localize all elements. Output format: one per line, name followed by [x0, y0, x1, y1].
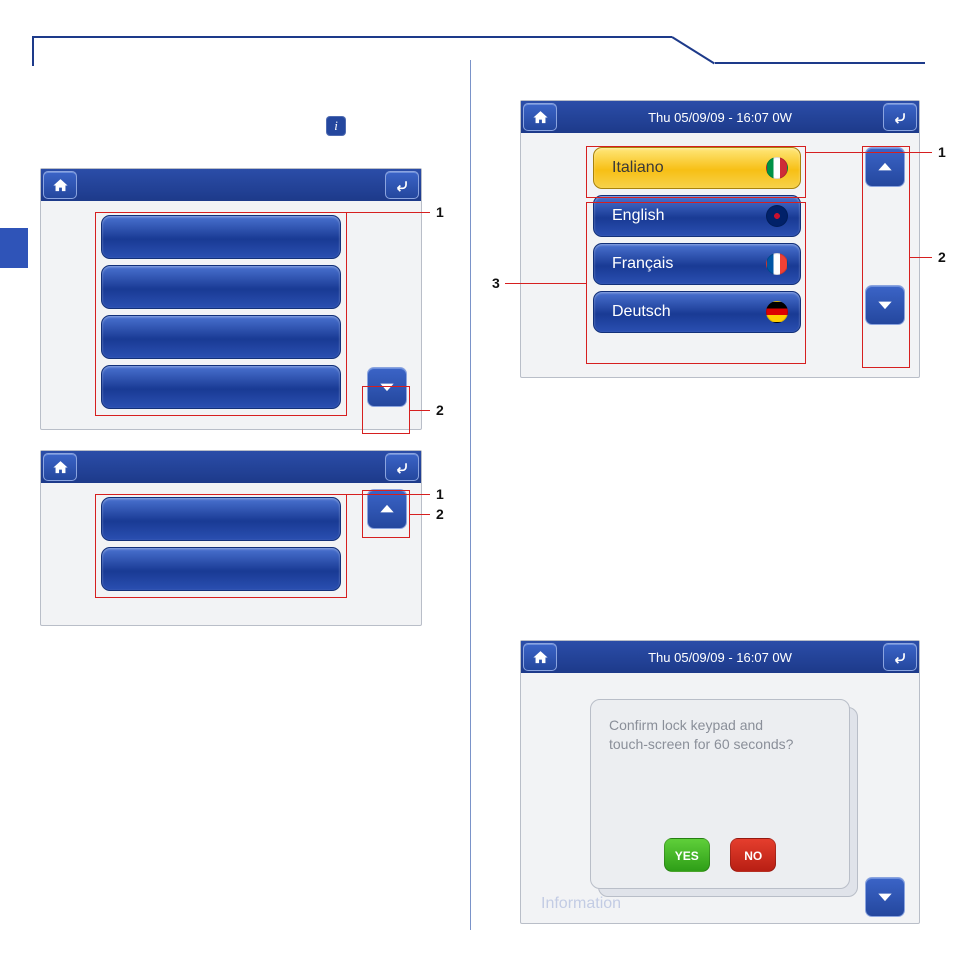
callout-number: 2 [938, 249, 946, 265]
dialog-text-line2: touch-screen for 60 seconds? [609, 735, 831, 754]
callout-line [220, 212, 430, 213]
callout-line [910, 257, 932, 258]
home-button[interactable] [523, 643, 557, 671]
background-menu-item: Information [541, 895, 621, 913]
info-icon: i [326, 116, 346, 136]
titlebar [41, 169, 421, 201]
home-icon [532, 109, 549, 126]
frame-left [32, 36, 34, 66]
callout-number: 1 [436, 486, 444, 502]
titlebar [41, 451, 421, 483]
return-icon [394, 459, 411, 476]
callout-box [95, 212, 347, 416]
frame-top2 [715, 62, 925, 64]
home-icon [532, 649, 549, 666]
return-icon [892, 649, 909, 666]
return-icon [892, 109, 909, 126]
home-button[interactable] [43, 453, 77, 481]
callout-line [410, 514, 430, 515]
callout-box [362, 490, 410, 538]
titlebar: Thu 05/09/09 - 16:07 0W [521, 641, 919, 673]
callout-number: 2 [436, 402, 444, 418]
frame-diag [671, 36, 714, 64]
back-button[interactable] [385, 171, 419, 199]
home-icon [52, 177, 69, 194]
dialog-box: Confirm lock keypad and touch-screen for… [590, 699, 850, 889]
home-button[interactable] [523, 103, 557, 131]
frame-top [32, 36, 672, 38]
back-button[interactable] [883, 643, 917, 671]
back-button[interactable] [883, 103, 917, 131]
callout-line [505, 283, 586, 284]
callout-box [586, 146, 806, 198]
callout-box [862, 146, 910, 368]
home-icon [52, 459, 69, 476]
callout-box [95, 494, 347, 598]
status-bar: Thu 05/09/09 - 16:07 0W [559, 110, 881, 125]
callout-box [362, 386, 410, 434]
chevron-down-icon [875, 887, 895, 907]
page-down-button[interactable] [865, 877, 905, 917]
panel-lock-confirm: Thu 05/09/09 - 16:07 0W Confirm lock key… [520, 640, 920, 924]
callout-line [410, 410, 430, 411]
no-button[interactable]: NO [730, 838, 776, 872]
return-icon [394, 177, 411, 194]
yes-button[interactable]: YES [664, 838, 710, 872]
callout-number: 1 [436, 204, 444, 220]
status-bar: Thu 05/09/09 - 16:07 0W [559, 650, 881, 665]
callout-number: 2 [436, 506, 444, 522]
callout-box [586, 202, 806, 364]
callout-number: 1 [938, 144, 946, 160]
titlebar: Thu 05/09/09 - 16:07 0W [521, 101, 919, 133]
dialog-text-line1: Confirm lock keypad and [609, 716, 831, 735]
column-separator [470, 60, 471, 930]
callout-number: 3 [492, 275, 500, 291]
home-button[interactable] [43, 171, 77, 199]
dialog: Confirm lock keypad and touch-screen for… [590, 699, 850, 889]
side-tab [0, 228, 28, 268]
back-button[interactable] [385, 453, 419, 481]
